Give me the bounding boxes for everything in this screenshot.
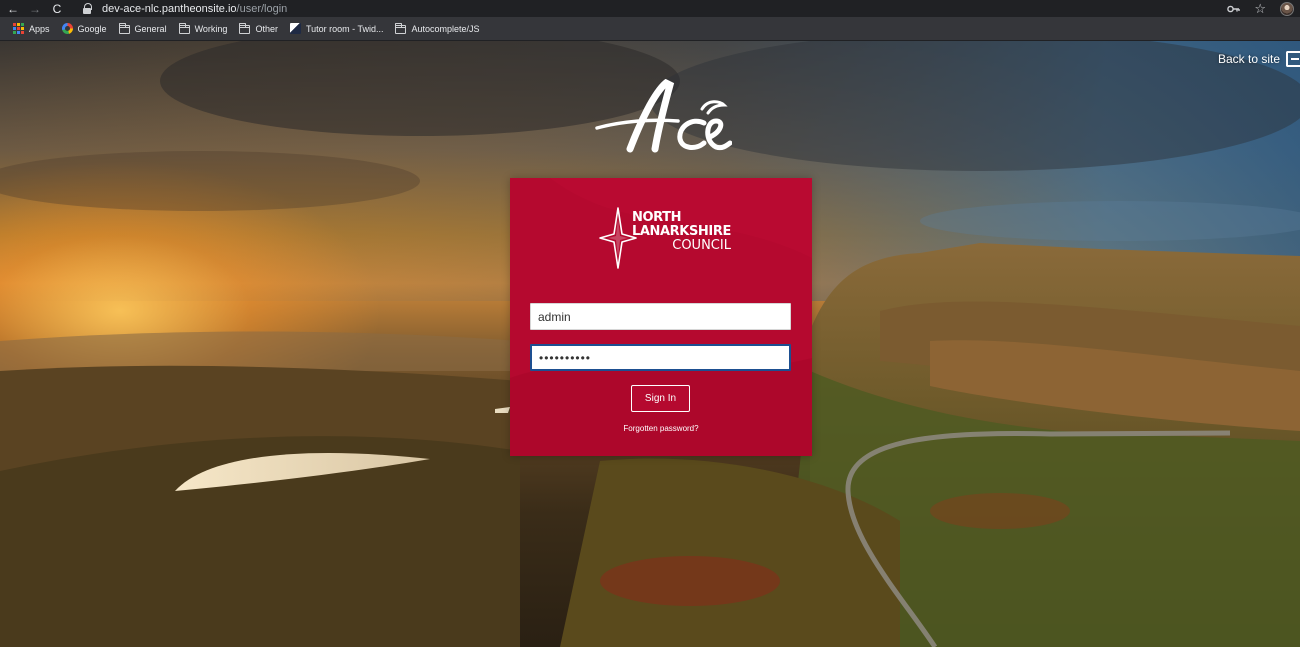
bookmark-label: Tutor room - Twid... bbox=[305, 23, 384, 34]
council-line-2: LANARKSHIRE bbox=[632, 224, 731, 239]
url-field[interactable]: dev-ace-nlc.pantheonsite.io/user/login bbox=[102, 3, 287, 15]
bookmarks-bar: Apps Google General Working Other Tutor … bbox=[0, 17, 1300, 41]
bookmark-star-icon[interactable]: ☆ bbox=[1254, 1, 1266, 17]
bookmark-label: Apps bbox=[29, 23, 50, 34]
profile-avatar-icon[interactable] bbox=[1280, 1, 1294, 16]
folder-icon bbox=[395, 23, 407, 34]
login-page: Back to site NORTH LANARKSHIRE COUNCIL a… bbox=[0, 41, 1300, 647]
folder-icon bbox=[178, 23, 190, 34]
bookmark-google[interactable]: Google bbox=[57, 19, 112, 39]
google-icon bbox=[61, 23, 73, 34]
bookmark-label: Other bbox=[255, 23, 278, 34]
bookmark-folder-autocomplete[interactable]: Autocomplete/JS bbox=[390, 19, 484, 39]
forgotten-password-link[interactable]: Forgotten password? bbox=[510, 424, 812, 433]
forward-arrow-icon[interactable]: → bbox=[26, 0, 44, 17]
back-to-site-label: Back to site bbox=[1217, 52, 1280, 66]
ace-logo bbox=[595, 79, 732, 153]
bookmark-folder-working[interactable]: Working bbox=[174, 19, 233, 39]
folder-icon bbox=[239, 23, 251, 34]
url-host: dev-ace-nlc.pantheonsite.io bbox=[102, 2, 237, 15]
council-name: NORTH LANARKSHIRE COUNCIL bbox=[632, 211, 731, 253]
council-line-1: NORTH bbox=[632, 210, 682, 225]
council-logo: NORTH LANARKSHIRE COUNCIL bbox=[598, 206, 731, 270]
url-path: /user/login bbox=[236, 2, 288, 15]
folder-icon bbox=[118, 23, 130, 34]
exit-icon bbox=[1286, 51, 1300, 67]
login-card: NORTH LANARKSHIRE COUNCIL Sign In Forgot… bbox=[510, 178, 812, 456]
browser-address-bar: ← → C dev-ace-nlc.pantheonsite.io/user/l… bbox=[0, 0, 1300, 17]
bookmark-label: Working bbox=[194, 23, 228, 34]
sign-in-button[interactable]: Sign In bbox=[631, 385, 690, 412]
reload-icon[interactable]: C bbox=[48, 0, 66, 17]
bookmark-label: Autocomplete/JS bbox=[411, 23, 480, 34]
bookmark-folder-general[interactable]: General bbox=[114, 19, 172, 39]
back-arrow-icon[interactable]: ← bbox=[4, 0, 22, 17]
lock-icon bbox=[82, 2, 92, 15]
site-icon bbox=[289, 23, 301, 34]
username-input[interactable] bbox=[530, 303, 791, 330]
bookmark-label: General bbox=[134, 23, 167, 34]
apps-grid-icon bbox=[13, 23, 24, 34]
bookmark-folder-other[interactable]: Other bbox=[234, 19, 283, 39]
bookmark-label: Google bbox=[77, 23, 107, 34]
password-input[interactable] bbox=[530, 344, 791, 371]
council-line-3: COUNCIL bbox=[672, 238, 731, 253]
bookmark-apps[interactable]: Apps bbox=[8, 19, 55, 39]
key-icon[interactable] bbox=[1227, 5, 1241, 13]
back-to-site-link[interactable]: Back to site bbox=[1218, 51, 1300, 67]
bookmark-tutor-room[interactable]: Tutor room - Twid... bbox=[285, 19, 389, 39]
